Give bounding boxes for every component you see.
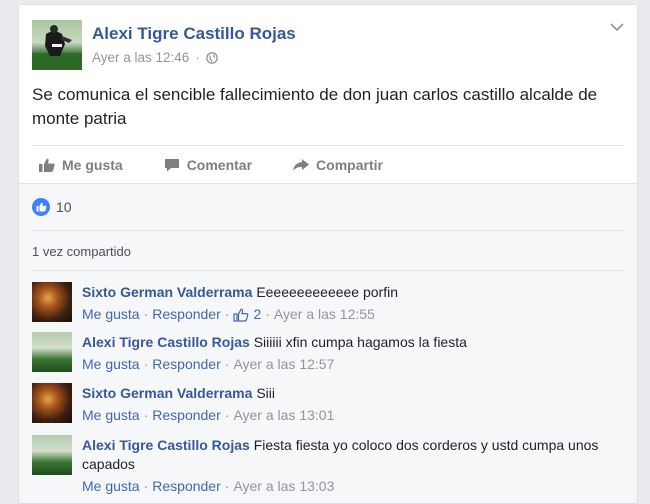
comment-button[interactable]: Comentar	[163, 157, 252, 173]
chevron-down-icon[interactable]	[610, 22, 624, 32]
commenter-name[interactable]: Sixto German Valderrama	[82, 284, 252, 300]
meta-separator: ·	[265, 306, 270, 322]
comment-reply-link[interactable]: Responder	[152, 305, 221, 324]
comment-reply-link[interactable]: Responder	[152, 406, 221, 425]
meta-separator: ·	[143, 407, 149, 423]
commenter-name[interactable]: Alexi Tigre Castillo Rojas	[82, 334, 250, 350]
comment-button-label: Comentar	[186, 156, 253, 173]
comment-icon	[164, 158, 179, 171]
post-meta: Ayer a las 12:46 ·	[92, 50, 218, 65]
share-arrow-icon	[293, 158, 310, 171]
meta-separator: ·	[143, 306, 149, 322]
commenter-avatar[interactable]	[32, 435, 72, 475]
meta-separator: ·	[224, 478, 230, 494]
comment-like-link[interactable]: Me gusta	[82, 406, 140, 425]
comment-text: Siii	[256, 385, 275, 401]
comment-like-link[interactable]: Me gusta	[82, 305, 140, 324]
comment-timestamp[interactable]: Ayer a las 13:01	[233, 406, 334, 425]
reactions-count: 10	[56, 199, 72, 215]
comment-meta: Me gusta · Responder · Ayer a las 13:01	[82, 406, 622, 425]
reactions-summary[interactable]: 10	[32, 198, 72, 216]
comment-reply-link[interactable]: Responder	[152, 477, 221, 496]
share-button[interactable]: Compartir	[292, 157, 383, 173]
post-text: Se comunica el sencible fallecimiento de…	[32, 85, 598, 128]
comment-text: Siiiiii xfin cumpa hagamos la fiesta	[253, 334, 467, 350]
like-button-label: Me gusta	[62, 156, 123, 173]
commenter-avatar[interactable]	[32, 383, 72, 423]
meta-separator: ·	[224, 306, 230, 322]
comment-timestamp[interactable]: Ayer a las 13:03	[233, 477, 334, 496]
post-action-bar: Me gusta Comentar Compartir	[32, 145, 624, 183]
comment-like-link[interactable]: Me gusta	[82, 355, 140, 374]
comment-meta: Me gusta · Responder · Ayer a las 13:03	[82, 477, 622, 496]
divider	[32, 230, 624, 231]
author-avatar[interactable]	[32, 20, 82, 70]
commenter-avatar[interactable]	[32, 282, 72, 322]
thumbs-up-icon	[39, 158, 55, 172]
post-card: Alexi Tigre Castillo Rojas Ayer a las 12…	[18, 4, 638, 504]
comment-meta: Me gusta · Responder · 2 · Ayer a las 12…	[82, 305, 622, 324]
feedback-section: 10 1 vez compartido Sixto German Valderr…	[19, 183, 637, 503]
meta-separator: ·	[143, 356, 149, 372]
comment-like-link[interactable]: Me gusta	[82, 477, 140, 496]
globe-icon[interactable]	[205, 51, 218, 64]
commenter-name[interactable]: Alexi Tigre Castillo Rojas	[82, 437, 250, 453]
thumbs-up-outline-icon[interactable]	[233, 308, 249, 322]
meta-separator: ·	[195, 50, 200, 65]
like-button[interactable]: Me gusta	[38, 157, 123, 173]
comment-reply-link[interactable]: Responder	[152, 355, 221, 374]
commenter-name[interactable]: Sixto German Valderrama	[82, 385, 252, 401]
meta-separator: ·	[224, 407, 230, 423]
share-button-label: Compartir	[316, 156, 383, 173]
comment-text: Eeeeeeeeeeeee porfin	[256, 284, 398, 300]
comment-like-count[interactable]: 2	[253, 305, 261, 324]
post-header: Alexi Tigre Castillo Rojas Ayer a las 12…	[32, 18, 627, 70]
meta-separator: ·	[143, 478, 149, 494]
post-author-name[interactable]: Alexi Tigre Castillo Rojas	[92, 24, 296, 44]
comment-timestamp[interactable]: Ayer a las 12:57	[233, 355, 334, 374]
share-count[interactable]: 1 vez compartido	[32, 244, 131, 259]
comment-timestamp[interactable]: Ayer a las 12:55	[274, 305, 375, 324]
post-timestamp[interactable]: Ayer a las 12:46	[92, 50, 189, 65]
comment-meta: Me gusta · Responder · Ayer a las 12:57	[82, 355, 622, 374]
commenter-avatar[interactable]	[32, 332, 72, 372]
divider	[32, 270, 624, 271]
like-reaction-icon	[32, 198, 50, 216]
meta-separator: ·	[224, 356, 230, 372]
